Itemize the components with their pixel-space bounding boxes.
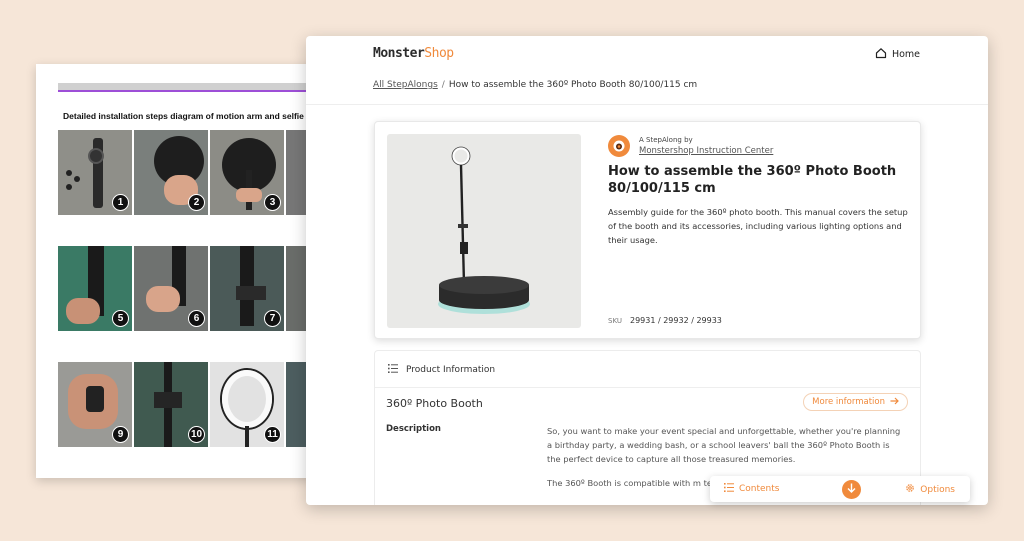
instruction-document-page: Detailed installation steps diagram of m…	[36, 64, 316, 478]
step-photo-11: 11	[210, 362, 284, 447]
author-link[interactable]: Monstershop Instruction Center	[639, 146, 773, 156]
more-information-label: More information	[812, 397, 885, 407]
step-number: 9	[112, 426, 129, 443]
purple-rule	[58, 90, 316, 92]
step-number: 6	[188, 310, 205, 327]
browser-window: MonsterShop Home All StepAlongs / How to a…	[306, 36, 988, 505]
step-number: 3	[264, 194, 281, 211]
home-label: Home	[891, 49, 920, 60]
guide-description: Assembly guide for the 360º photo booth.…	[608, 207, 908, 245]
breadcrumb: All StepAlongs / How to assemble the 360º …	[373, 80, 697, 90]
contents-button[interactable]: Contents	[724, 483, 779, 495]
product-name: 360º Photo Booth	[386, 397, 483, 410]
more-information-button[interactable]: More information	[803, 393, 908, 411]
panel-divider	[375, 387, 920, 388]
step-photo-9: 9	[58, 362, 132, 447]
floating-toolbar: Contents Options	[710, 476, 970, 502]
step-photo-6: 6	[134, 246, 208, 331]
step-photo-1: 1	[58, 130, 132, 215]
product-image	[387, 134, 581, 328]
guide-title: How to assemble the 360º Photo Booth 80/…	[608, 164, 897, 196]
scroll-down-button[interactable]	[842, 480, 861, 499]
guide-card: A StepAlong by Monstershop Instruction C…	[374, 121, 921, 339]
step-number: 1	[112, 194, 129, 211]
step-number: 10	[188, 426, 205, 443]
sku-value: 29931 / 29932 / 29933	[629, 316, 722, 325]
description-paragraph-1: So, you want to make your event special …	[547, 426, 901, 465]
header-divider	[306, 104, 988, 105]
product-information-header[interactable]: Product Information	[388, 364, 495, 376]
sku-line: SKU 29931 / 29932 / 29933	[608, 316, 722, 325]
step-photo-2: 2	[134, 130, 208, 215]
step-number: 11	[264, 426, 281, 443]
description-label: Description	[386, 424, 441, 434]
brand-name-part2: Shop	[424, 46, 454, 61]
byline: A StepAlong by	[639, 136, 693, 144]
brand-logo[interactable]: MonsterShop	[373, 46, 454, 61]
document-title: Detailed installation steps diagram of m…	[63, 111, 316, 121]
home-link[interactable]: Home	[875, 47, 920, 62]
breadcrumb-separator: /	[441, 80, 445, 90]
arrow-right-icon	[890, 397, 899, 408]
step-number: 2	[188, 194, 205, 211]
home-icon	[875, 47, 887, 62]
options-button[interactable]: Options	[905, 483, 955, 496]
author-avatar	[608, 135, 630, 157]
list-icon	[724, 483, 734, 495]
step-photo-3: 3	[210, 130, 284, 215]
sku-label: SKU	[608, 317, 622, 325]
step-photo-5: 5	[58, 246, 132, 331]
options-label: Options	[920, 484, 955, 495]
step-photo-7: 7	[210, 246, 284, 331]
gear-icon	[905, 483, 915, 496]
product-information-heading: Product Information	[406, 365, 496, 375]
step-number: 7	[264, 310, 281, 327]
contents-label: Contents	[739, 484, 780, 494]
step-number: 5	[112, 310, 129, 327]
brand-name-part1: Monster	[373, 46, 425, 61]
breadcrumb-current: How to assemble the 360º Photo Booth 80/…	[448, 80, 698, 90]
arrow-down-icon	[847, 483, 856, 496]
list-icon	[388, 364, 398, 376]
step-photo-10: 10	[134, 362, 208, 447]
breadcrumb-root-link[interactable]: All StepAlongs	[373, 80, 438, 90]
